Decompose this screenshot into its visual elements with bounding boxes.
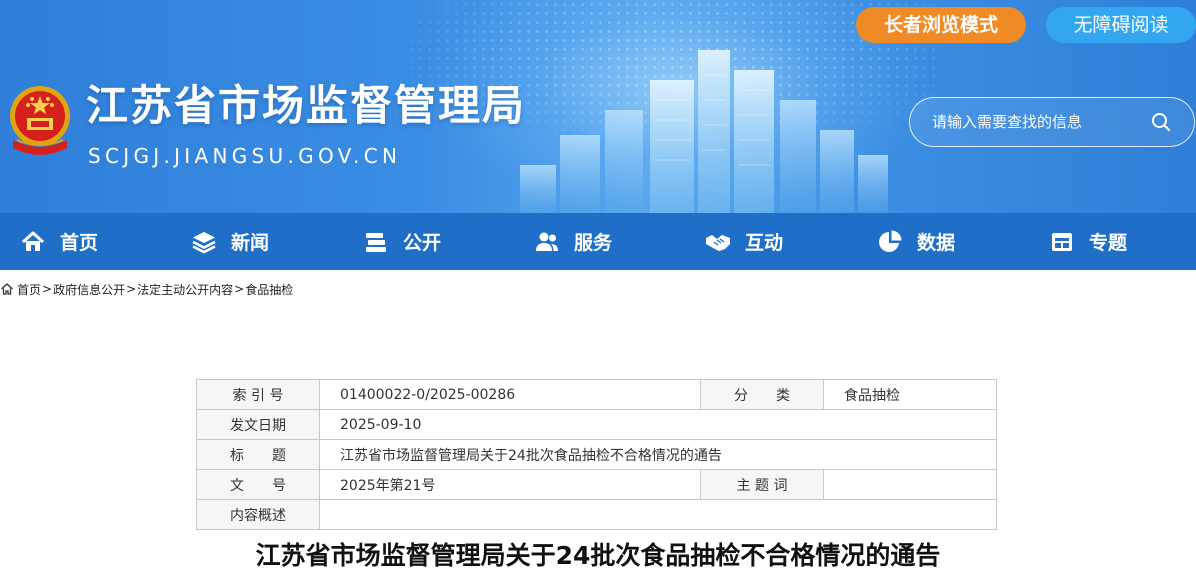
window-icon bbox=[1052, 232, 1072, 251]
table-row: 标 题 江苏省市场监督管理局关于24批次食品抽检不合格情况的通告 bbox=[196, 439, 997, 470]
breadcrumb-separator: > bbox=[42, 282, 53, 296]
table-row: 索 引 号 01400022-0/2025-00286 分 类 食品抽检 bbox=[196, 379, 997, 410]
index-number-value: 01400022-0/2025-00286 bbox=[319, 379, 701, 410]
city-skyline-illustration bbox=[520, 50, 888, 213]
title-value: 江苏省市场监督管理局关于24批次食品抽检不合格情况的通告 bbox=[319, 439, 997, 470]
site-header: 江苏省市场监督管理局 SCJGJ.JIANGSU.GOV.CN 长者浏览模式 无… bbox=[0, 0, 1196, 213]
issue-date-value: 2025-09-10 bbox=[319, 409, 997, 440]
breadcrumb-link-government-info[interactable]: 政府信息公开 bbox=[53, 281, 125, 298]
national-emblem-logo bbox=[10, 86, 70, 155]
main-nav: 首页 新闻 公开 服务 互动 数据 专题 bbox=[0, 213, 1196, 270]
document-info-table: 索 引 号 01400022-0/2025-00286 分 类 食品抽检 发文日… bbox=[196, 379, 997, 530]
elder-mode-button[interactable]: 长者浏览模式 bbox=[856, 7, 1026, 43]
nav-item-label: 互动 bbox=[745, 232, 784, 254]
breadcrumb-link-home[interactable]: 首页 bbox=[17, 281, 41, 298]
issue-date-label: 发文日期 bbox=[196, 409, 320, 440]
keywords-value bbox=[823, 469, 997, 500]
summary-label: 内容概述 bbox=[196, 499, 320, 530]
table-row: 内容概述 bbox=[196, 499, 997, 530]
category-label: 分 类 bbox=[700, 379, 824, 410]
category-value: 食品抽检 bbox=[823, 379, 997, 410]
home-icon bbox=[1, 283, 13, 295]
breadcrumb: 首页 > 政府信息公开 > 法定主动公开内容 > 食品抽检 bbox=[0, 280, 293, 298]
search-box bbox=[909, 97, 1195, 147]
stack-icon bbox=[366, 232, 386, 252]
nav-item-label: 首页 bbox=[60, 232, 99, 254]
search-icon[interactable] bbox=[1150, 111, 1172, 133]
nav-item-label: 服务 bbox=[574, 232, 613, 254]
title-label: 标 题 bbox=[196, 439, 320, 470]
site-title: 江苏省市场监督管理局 bbox=[86, 81, 527, 130]
nav-item-label: 新闻 bbox=[231, 232, 270, 254]
accessibility-reading-button[interactable]: 无障碍阅读 bbox=[1046, 7, 1196, 43]
nav-item-topics[interactable]: 专题 bbox=[1049, 213, 1127, 270]
nav-item-label: 专题 bbox=[1089, 232, 1128, 254]
table-row: 发文日期 2025-09-10 bbox=[196, 409, 997, 440]
nav-item-interaction[interactable]: 互动 bbox=[705, 213, 783, 270]
keywords-label: 主 题 词 bbox=[700, 469, 824, 500]
table-row: 文 号 2025年第21号 主 题 词 bbox=[196, 469, 997, 500]
site-domain: SCJGJ.JIANGSU.GOV.CN bbox=[88, 144, 402, 168]
document-number-value: 2025年第21号 bbox=[319, 469, 701, 500]
breadcrumb-separator: > bbox=[126, 282, 137, 296]
home-icon bbox=[21, 231, 45, 251]
breadcrumb-link-food-sampling[interactable]: 食品抽检 bbox=[245, 281, 293, 298]
nav-item-disclosure[interactable]: 公开 bbox=[363, 213, 441, 270]
nav-item-data[interactable]: 数据 bbox=[877, 213, 955, 270]
handshake-icon bbox=[706, 234, 730, 251]
breadcrumb-separator: > bbox=[234, 282, 245, 296]
breadcrumb-link-statutory-disclosure[interactable]: 法定主动公开内容 bbox=[137, 281, 233, 298]
nav-item-home[interactable]: 首页 bbox=[20, 213, 98, 270]
layers-icon bbox=[192, 231, 216, 253]
index-number-label: 索 引 号 bbox=[196, 379, 320, 410]
search-input[interactable] bbox=[932, 110, 1142, 134]
summary-value bbox=[319, 499, 997, 530]
users-icon bbox=[536, 232, 558, 251]
nav-item-label: 公开 bbox=[403, 232, 442, 254]
article-title: 江苏省市场监督管理局关于24批次食品抽检不合格情况的通告 bbox=[255, 541, 941, 570]
pie-chart-icon bbox=[879, 230, 902, 252]
nav-item-label: 数据 bbox=[917, 232, 956, 254]
nav-item-services[interactable]: 服务 bbox=[534, 213, 612, 270]
document-number-label: 文 号 bbox=[196, 469, 320, 500]
nav-item-news[interactable]: 新闻 bbox=[191, 213, 269, 270]
